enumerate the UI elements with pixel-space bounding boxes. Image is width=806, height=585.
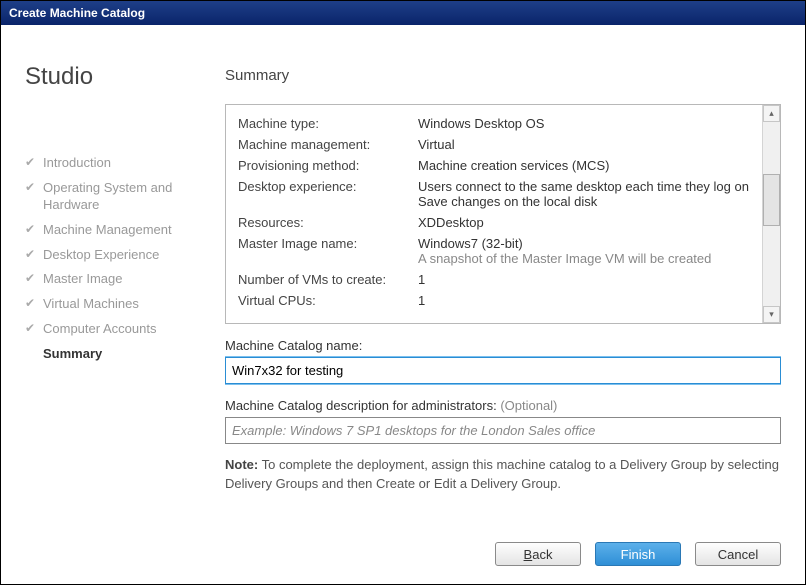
step-master-image[interactable]: ✔Master Image [25,267,205,292]
main-panel: Summary Machine type:Windows Desktop OS … [225,49,781,512]
kv-master-image: Master Image name:Windows7 (32-bit)A sna… [238,233,750,269]
check-icon: ✔ [25,247,35,263]
cancel-button[interactable]: Cancel [695,542,781,566]
step-os-hardware[interactable]: ✔Operating System and Hardware [25,176,205,218]
catalog-desc-label: Machine Catalog description for administ… [225,398,781,413]
sidebar: Studio ✔Introduction ✔Operating System a… [25,49,225,512]
step-desktop-experience[interactable]: ✔Desktop Experience [25,243,205,268]
check-icon: ✔ [25,180,35,196]
check-icon: ✔ [25,296,35,312]
step-list: ✔Introduction ✔Operating System and Hard… [25,151,205,367]
summary-content: Machine type:Windows Desktop OS Machine … [226,105,762,323]
step-introduction[interactable]: ✔Introduction [25,151,205,176]
kv-resources: Resources:XDDesktop [238,212,750,233]
catalog-name-label: Machine Catalog name: [225,338,781,353]
kv-desktop-experience: Desktop experience:Users connect to the … [238,176,750,212]
check-icon: ✔ [25,271,35,287]
kv-machine-management: Machine management:Virtual [238,134,750,155]
studio-title: Studio [25,63,205,91]
window-title: Create Machine Catalog [1,1,805,25]
check-icon: ✔ [25,321,35,337]
scrollbar[interactable]: ▴ ▾ [762,105,780,323]
kv-num-vms: Number of VMs to create:1 [238,269,750,290]
step-virtual-machines[interactable]: ✔Virtual Machines [25,292,205,317]
scroll-track[interactable] [763,122,780,306]
kv-vcpus: Virtual CPUs:1 [238,290,750,311]
step-computer-accounts[interactable]: ✔Computer Accounts [25,317,205,342]
footer: Back Finish Cancel [1,524,805,584]
wizard-window: Create Machine Catalog Studio ✔Introduct… [0,0,806,585]
summary-box: Machine type:Windows Desktop OS Machine … [225,104,781,324]
kv-machine-type: Machine type:Windows Desktop OS [238,113,750,134]
catalog-desc-input[interactable] [225,417,781,444]
scroll-down-icon[interactable]: ▾ [763,306,780,323]
note-text: Note: To complete the deployment, assign… [225,456,781,494]
scroll-thumb[interactable] [763,174,780,226]
catalog-name-input[interactable] [225,357,781,384]
check-icon: ✔ [25,155,35,171]
step-machine-management[interactable]: ✔Machine Management [25,218,205,243]
finish-button[interactable]: Finish [595,542,681,566]
back-button[interactable]: Back [495,542,581,566]
page-heading: Summary [225,67,781,84]
kv-provisioning: Provisioning method:Machine creation ser… [238,155,750,176]
step-summary[interactable]: ✔Summary [25,342,205,367]
wizard-body: Studio ✔Introduction ✔Operating System a… [1,25,805,524]
scroll-up-icon[interactable]: ▴ [763,105,780,122]
check-icon: ✔ [25,222,35,238]
